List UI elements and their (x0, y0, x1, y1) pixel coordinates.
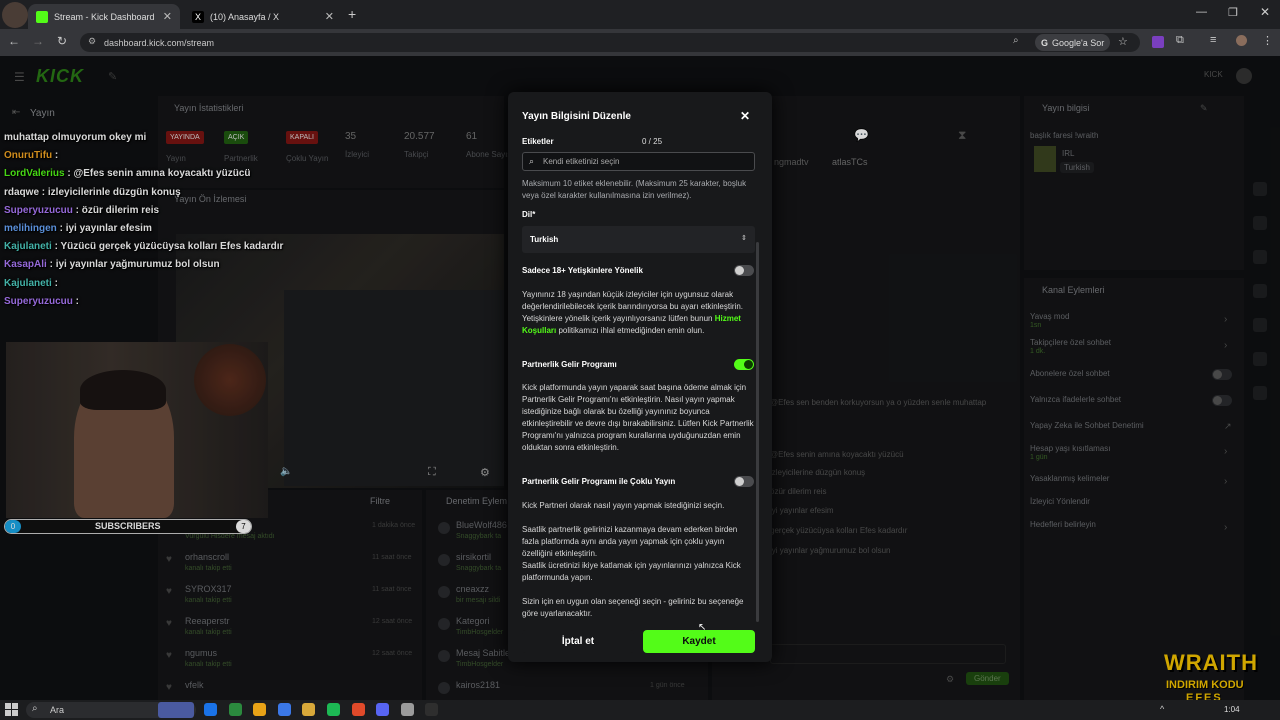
multistream-text-4: Sizin için en uygun olan seçeneği seçin … (522, 597, 744, 618)
forward-icon[interactable]: → (30, 33, 46, 49)
profile-icon[interactable] (1236, 35, 1247, 46)
close-window-icon[interactable]: ✕ (1260, 5, 1270, 19)
modal-scrollbar[interactable] (756, 242, 759, 622)
tags-count: 0 / 25 (642, 137, 663, 144)
obs-icon[interactable] (400, 703, 414, 716)
back-icon[interactable]: ← (6, 33, 22, 49)
search-highlight-image (158, 702, 194, 718)
save-button[interactable]: Kaydet (643, 630, 755, 653)
google-icon: G (1041, 37, 1049, 48)
kick-favicon-icon (36, 10, 48, 23)
tab-title: (10) Anasayfa / X (210, 11, 280, 22)
tab-kick-dashboard[interactable]: Stream - Kick Dashboard ✕ (28, 4, 180, 29)
zoom-search-icon[interactable]: ⌕ (1013, 35, 1019, 46)
taskbar-search-label: Ara (50, 705, 65, 715)
tags-help: Maksimum 10 etiket eklenebilir. (Maksimu… (522, 179, 747, 200)
google-ask-chip[interactable]: G Google'a Sor (1035, 34, 1111, 51)
partner-title: Partnerlik Gelir Programı (522, 360, 617, 369)
language-select[interactable]: Turkish ⇕ (522, 226, 755, 253)
bookmark-star-icon[interactable]: ☆ (1118, 35, 1128, 48)
widgets-icon[interactable] (228, 703, 242, 716)
clock[interactable]: 1:04 (1224, 705, 1240, 714)
windows-start-icon[interactable] (5, 703, 18, 716)
modal-title: Yayın Bilgisini Düzenle (522, 111, 631, 122)
multistream-toggle[interactable] (734, 476, 754, 487)
edge-icon[interactable] (204, 703, 217, 716)
partner-toggle[interactable] (734, 359, 754, 370)
x-favicon-icon: X (192, 10, 204, 23)
multistream-title: Partnerlik Gelir Programı ile Çoklu Yayı… (522, 477, 676, 486)
adult-title: Sadece 18+ Yetişkinlere Yönelik (522, 266, 643, 275)
google-chip-label: Google'a Sor (1052, 37, 1105, 48)
explorer-icon[interactable] (302, 703, 316, 716)
url-text: dashboard.kick.com/stream (104, 37, 215, 48)
store-icon[interactable] (253, 703, 267, 716)
profile-avatar[interactable] (2, 2, 28, 28)
tray-chevron-icon[interactable]: ^ (1160, 704, 1164, 714)
spotify-icon[interactable] (327, 703, 340, 716)
discord-icon[interactable] (376, 703, 390, 716)
select-arrows-icon: ⇕ (741, 235, 747, 242)
tags-label: Etiketler (522, 137, 554, 144)
edit-stream-info-modal: Yayın Bilgisini Düzenle ✕ Etiketler 0 / … (508, 92, 772, 662)
language-value: Turkish (530, 235, 559, 244)
site-info-icon[interactable]: ⚙ (88, 36, 96, 47)
reload-icon[interactable]: ↻ (54, 33, 70, 49)
adult-description: Yayınınız 18 yaşından küçük izleyiciler … (522, 289, 754, 337)
chrome-icon[interactable] (351, 703, 365, 716)
mouse-cursor-icon: ↖ (698, 622, 707, 633)
multistream-text-2: Saatlik partnerlik gelirinizi kazanmaya … (522, 525, 738, 558)
tab-title: Stream - Kick Dashboard (54, 11, 155, 22)
new-tab-icon[interactable]: + (348, 6, 356, 22)
app-icon[interactable] (425, 703, 439, 716)
adult-text-2: politikamızı ihlal etmediğinden emin olu… (556, 326, 705, 335)
restore-icon[interactable]: ❐ (1228, 6, 1238, 19)
close-icon[interactable]: ✕ (740, 109, 750, 123)
tags-input[interactable]: ⌕ Kendi etiketinizi seçin (522, 152, 755, 171)
partner-description: Kick platformunda yayın yaparak saat baş… (522, 383, 754, 452)
search-icon: ⌕ (529, 156, 535, 166)
language-label: Dil* (522, 210, 536, 219)
extensions-puzzle-icon[interactable]: ⧉ (1176, 34, 1184, 47)
close-tab-icon[interactable]: ✕ (163, 10, 172, 23)
cancel-button[interactable]: İptal et (522, 630, 634, 653)
extension-icon[interactable] (1152, 36, 1164, 48)
search-icon: ⌕ (32, 703, 38, 714)
tab-x-home[interactable]: X (10) Anasayfa / X ✕ (184, 4, 342, 29)
menu-kebab-icon[interactable]: ⋮ (1262, 34, 1273, 47)
media-icon[interactable]: ≡ (1210, 34, 1216, 46)
multistream-text-1: Kick Partneri olarak nasıl yayın yapmak … (522, 501, 725, 510)
address-bar[interactable]: ⚙ dashboard.kick.com/stream (80, 33, 1140, 52)
adult-text-1: Yayınınız 18 yaşından küçük izleyiciler … (522, 290, 743, 323)
adult-toggle[interactable] (734, 265, 754, 276)
close-tab-icon[interactable]: ✕ (325, 10, 334, 23)
browser-tab-bar: Stream - Kick Dashboard ✕ X (10) Anasayf… (0, 0, 1280, 29)
minimize-icon[interactable]: — (1196, 6, 1207, 18)
outlook-icon[interactable] (277, 703, 291, 716)
multistream-text-3: Saatlik ücretinizi ikiye katlamak için y… (522, 561, 741, 582)
tags-placeholder: Kendi etiketinizi seçin (543, 157, 620, 166)
